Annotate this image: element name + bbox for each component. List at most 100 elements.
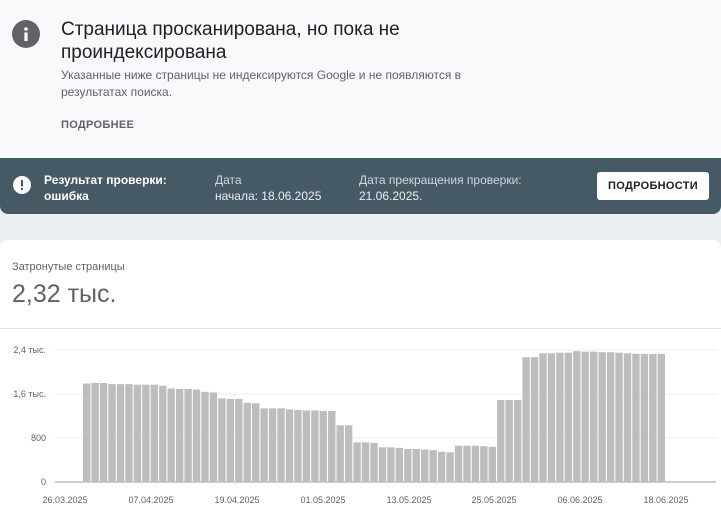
chart-bar [505, 400, 513, 482]
chart-bar [429, 450, 437, 482]
chart-bar [488, 446, 496, 482]
y-tick-label: 2,4 тыс. [13, 345, 46, 355]
chart-bar [463, 445, 471, 482]
y-tick-label: 800 [31, 433, 46, 443]
chart-bar [395, 447, 404, 482]
chart-bar [336, 425, 344, 482]
chart-bar [606, 352, 615, 482]
chart-bar [564, 352, 573, 482]
end-date-label: Дата прекращения проверки: [359, 173, 522, 187]
chart-bar [522, 357, 530, 482]
chart-bar [167, 388, 175, 482]
chart-bar [471, 445, 480, 482]
chart-bar [252, 403, 260, 482]
chart-bar [421, 449, 429, 482]
x-tick-label: 25.05.2025 [471, 495, 516, 505]
chart-bar [387, 447, 395, 482]
chart-bar [260, 408, 268, 482]
validation-end: Дата прекращения проверки: 21.06.2025. [359, 172, 522, 204]
y-tick-label: 1,6 тыс. [13, 389, 46, 399]
x-tick-label: 13.05.2025 [386, 495, 431, 505]
chart-bar [547, 353, 556, 482]
chart-bar [235, 398, 243, 482]
chart-bar [277, 408, 285, 482]
chart-bar [319, 411, 327, 482]
validation-status-bar: Результат проверки: ошибка Дата начала: … [0, 158, 721, 214]
chart-bar [361, 442, 370, 482]
validation-start: Дата начала: 18.06.2025 [215, 172, 321, 204]
chart-bar [159, 385, 167, 482]
chart-bar [530, 357, 539, 482]
chart-bar [480, 446, 488, 482]
x-tick-label: 26.03.2025 [42, 495, 87, 505]
warning-icon [13, 176, 31, 194]
chart-bar [454, 445, 463, 482]
chart-bar [175, 389, 184, 482]
chart-bar [328, 411, 336, 482]
x-tick-label: 06.06.2025 [557, 495, 602, 505]
chart-bar [590, 351, 598, 482]
learn-more-link[interactable]: ПОДРОБНЕЕ [61, 119, 134, 131]
x-tick-label: 19.04.2025 [214, 495, 259, 505]
chart-bar [370, 442, 378, 482]
chart-bar [125, 384, 133, 482]
chart-bar [353, 442, 361, 482]
chart-bar [294, 409, 302, 482]
y-tick-label: 0 [41, 477, 46, 487]
chart-bar [133, 384, 142, 482]
chart-bar [226, 398, 235, 482]
chart-bar [640, 353, 649, 482]
chart-bar [378, 447, 387, 482]
chart-bar [184, 389, 192, 482]
x-tick-label: 07.04.2025 [128, 495, 173, 505]
chart-bar [573, 351, 581, 482]
chart-bar [209, 392, 218, 482]
chart-bar [649, 353, 657, 482]
validation-result: Результат проверки: ошибка [44, 173, 167, 203]
chart-bar [302, 410, 311, 482]
chart-bar [108, 384, 116, 482]
chart-bar [311, 410, 319, 482]
chart-bar [513, 400, 522, 482]
chart-bar [437, 451, 446, 482]
chart-bar [192, 389, 201, 482]
chart-bar [615, 352, 623, 482]
chart-bar [598, 352, 606, 482]
chart-bar [218, 398, 226, 482]
chart-bar [404, 449, 412, 482]
chart-bar [657, 353, 665, 482]
chart-bar [497, 400, 505, 482]
chart-bar [99, 383, 108, 482]
chart-bar [142, 384, 150, 482]
chart-bar [150, 384, 158, 482]
issue-title: Страница просканирована, но пока не прои… [61, 19, 400, 63]
chart-bar [556, 352, 564, 482]
chart-bar [581, 351, 589, 482]
issue-description: Указанные ниже страницы не индексируются… [61, 68, 462, 99]
details-button[interactable]: ПОДРОБНОСТИ [597, 172, 709, 200]
chart-bar [446, 452, 454, 482]
chart-bar [268, 408, 277, 482]
affected-pages-chart: 0 800 1,6 тыс. 2,4 тыс. 26.03.2025 07.04.2025… [13, 345, 716, 505]
chart-bar [243, 402, 251, 482]
divider [0, 328, 721, 329]
chart-bar [201, 391, 209, 482]
chart-bar [91, 383, 99, 482]
start-date-label: Дата [215, 173, 242, 187]
chart-bar [116, 384, 125, 482]
start-date-value: начала: 18.06.2025 [215, 189, 322, 203]
chart-bar [412, 449, 420, 482]
chart-bar [344, 425, 353, 482]
chart-bar [632, 353, 640, 482]
chart-bar [539, 353, 547, 482]
x-tick-label: 18.06.2025 [643, 495, 688, 505]
chart-bar [285, 409, 294, 482]
x-tick-label: 01.05.2025 [300, 495, 345, 505]
chart-bar [83, 383, 91, 482]
info-icon [12, 20, 40, 48]
affected-pages-value: 2,32 тыс. [12, 280, 117, 308]
chart-bar [623, 353, 632, 482]
end-date-value: 21.06.2025. [359, 189, 423, 203]
info-card: Страница просканирована, но пока не прои… [0, 0, 721, 158]
affected-pages-label: Затронутые страницы [12, 261, 125, 273]
